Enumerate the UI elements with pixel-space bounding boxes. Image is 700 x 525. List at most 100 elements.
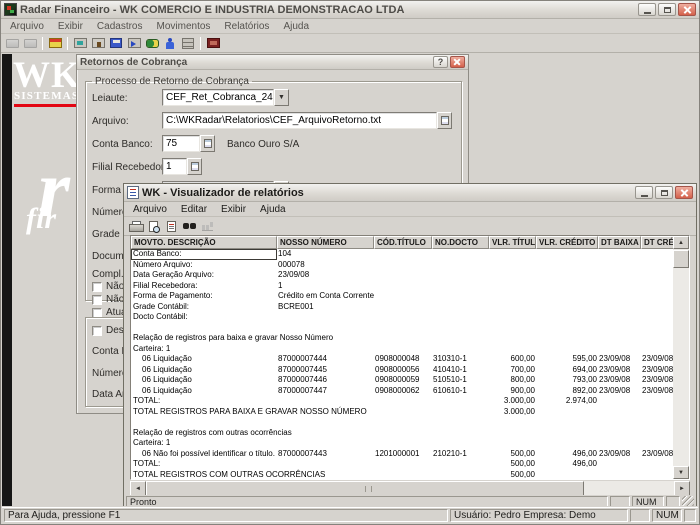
report-cell[interactable] (598, 438, 641, 449)
report-cell[interactable]: Conta Banco: (131, 249, 277, 260)
report-cell[interactable]: 700,00 (489, 365, 536, 376)
report-cell[interactable] (536, 438, 598, 449)
report-cell[interactable]: 0908000048 (374, 354, 432, 365)
report-cell[interactable]: 800,00 (489, 375, 536, 386)
dialog-close-button[interactable] (450, 56, 465, 68)
report-cell[interactable] (536, 428, 598, 439)
column-header-dt-cred[interactable]: DT CRÉD (641, 236, 675, 249)
report-cell[interactable] (489, 417, 536, 428)
report-cell[interactable] (374, 459, 432, 470)
report-cell[interactable] (641, 312, 673, 323)
report-cell[interactable] (489, 291, 536, 302)
report-cell[interactable] (489, 270, 536, 281)
report-cell[interactable] (598, 417, 641, 428)
viewer-menu-exibir[interactable]: Exibir (214, 203, 253, 216)
report-cell[interactable]: 0908000059 (374, 375, 432, 386)
report-cell[interactable] (432, 470, 489, 480)
report-cell[interactable]: 06 Liquidação (131, 386, 277, 397)
report-cell[interactable] (277, 438, 374, 449)
report-cell[interactable] (432, 281, 489, 292)
report-cell[interactable] (277, 312, 374, 323)
cash-register-icon[interactable] (46, 35, 64, 51)
scroll-left-icon[interactable]: ◄ (130, 481, 146, 496)
report-cell[interactable]: 06 Não foi possível identificar o título… (131, 449, 277, 460)
resize-grip[interactable] (682, 496, 694, 506)
report-cell[interactable]: TOTAL REGISTROS COM OUTRAS OCORRÊNCIAS (131, 470, 277, 480)
report-cell[interactable] (641, 396, 673, 407)
report-cell[interactable] (598, 312, 641, 323)
scroll-right-icon[interactable]: ► (674, 481, 690, 496)
find-icon[interactable] (180, 218, 198, 234)
viewer-close-button[interactable] (675, 186, 693, 199)
report-cell[interactable] (598, 291, 641, 302)
report-cell[interactable] (374, 470, 432, 480)
monitor-icon[interactable] (204, 35, 222, 51)
report-cell[interactable]: 104 (277, 249, 374, 260)
column-header-vlr-titulo[interactable]: VLR. TÍTULO (489, 236, 536, 249)
report-cell[interactable] (489, 333, 536, 344)
scroll-up-icon[interactable]: ▲ (673, 236, 689, 249)
report-cell[interactable]: 87000007447 (277, 386, 374, 397)
filial-lookup-button[interactable] (187, 158, 202, 175)
report-cell[interactable]: Docto Contábil: (131, 312, 277, 323)
report-cell[interactable] (432, 312, 489, 323)
checkbox-icon[interactable] (92, 295, 102, 305)
report-cell[interactable]: 23/09/08 (641, 386, 673, 397)
viewer-minimize-button[interactable] (635, 186, 653, 199)
report-cell[interactable] (432, 249, 489, 260)
report-cell[interactable] (536, 417, 598, 428)
report-cell[interactable] (374, 270, 432, 281)
report-cell[interactable] (432, 270, 489, 281)
conta-banco-lookup-button[interactable] (200, 135, 215, 152)
report-cell[interactable] (641, 249, 673, 260)
report-cell[interactable] (598, 470, 641, 480)
report-cell[interactable] (374, 428, 432, 439)
report-cell[interactable] (432, 396, 489, 407)
report-cell[interactable]: 23/09/08 (277, 270, 374, 281)
report-cell[interactable] (641, 344, 673, 355)
report-cell[interactable]: 1201000001 (374, 449, 432, 460)
report-cell[interactable]: TOTAL: (131, 396, 277, 407)
report-cell[interactable] (489, 312, 536, 323)
report-cell[interactable]: 23/09/08 (641, 375, 673, 386)
viewer-maximize-button[interactable] (655, 186, 673, 199)
column-header-vlr-credito[interactable]: VLR. CRÉDITO (536, 236, 598, 249)
report-cell[interactable] (432, 459, 489, 470)
report-cell[interactable]: 1 (277, 281, 374, 292)
scroll-down-icon[interactable]: ▼ (673, 466, 689, 479)
report-cell[interactable] (489, 260, 536, 271)
report-cell[interactable] (489, 344, 536, 355)
terminal-icon[interactable] (71, 35, 89, 51)
folder-icon[interactable] (21, 35, 39, 51)
report-cell[interactable] (277, 344, 374, 355)
report-cell[interactable] (432, 302, 489, 313)
report-cell[interactable] (432, 417, 489, 428)
report-cell[interactable]: 23/09/08 (598, 365, 641, 376)
report-cell[interactable] (598, 344, 641, 355)
report-cell[interactable]: 900,00 (489, 386, 536, 397)
report-cell[interactable]: 23/09/08 (641, 449, 673, 460)
report-cell[interactable] (641, 428, 673, 439)
report-cell[interactable] (374, 417, 432, 428)
report-cell[interactable] (277, 396, 374, 407)
report-cell[interactable] (641, 417, 673, 428)
report-cell[interactable] (432, 428, 489, 439)
report-cell[interactable] (536, 291, 598, 302)
report-cell[interactable] (641, 459, 673, 470)
report-cell[interactable] (432, 323, 489, 334)
vertical-scroll-thumb[interactable] (673, 250, 689, 268)
import-icon[interactable] (125, 35, 143, 51)
report-cell[interactable]: Crédito em Conta Corrente (277, 291, 374, 302)
report-cell[interactable]: Relação de registros para baixa e gravar… (131, 333, 277, 344)
report-cell[interactable]: TOTAL REGISTROS PARA BAIXA E GRAVAR NOSS… (131, 407, 277, 418)
checkbox-icon[interactable] (92, 282, 102, 292)
viewer-menu-ajuda[interactable]: Ajuda (253, 203, 293, 216)
report-cell[interactable] (641, 323, 673, 334)
arquivo-field[interactable]: C:\WKRadar\Relatorios\CEF_ArquivoRetorno… (162, 112, 452, 129)
report-cell[interactable] (489, 302, 536, 313)
leiaute-dropdown-icon[interactable]: ▼ (274, 89, 289, 106)
report-cell[interactable] (641, 270, 673, 281)
viewer-menu-arquivo[interactable]: Arquivo (126, 203, 174, 216)
report-cell[interactable]: 87000007443 (277, 449, 374, 460)
report-cell[interactable] (374, 281, 432, 292)
